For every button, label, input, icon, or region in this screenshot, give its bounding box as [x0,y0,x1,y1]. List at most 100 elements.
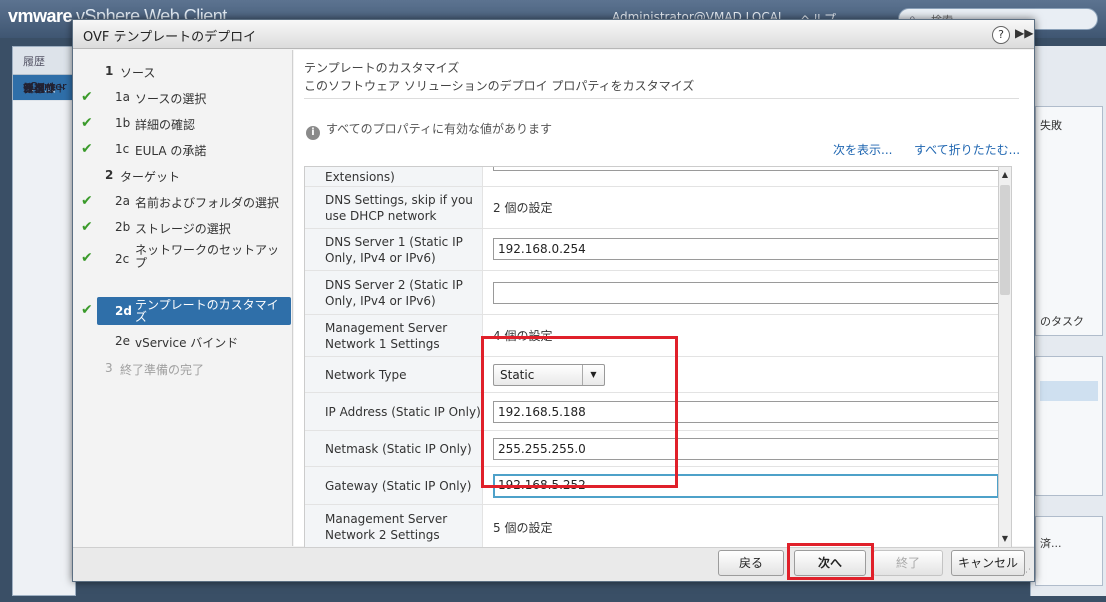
network-type-select[interactable]: Static ▼ [493,364,605,386]
step-1b[interactable]: ✔ 1b 詳細の確認 [73,112,293,136]
group-count: 5 個の設定 [493,520,553,535]
step-label: ネットワークのセットアップ [135,243,280,270]
divider [304,98,1019,99]
management-network-2-group[interactable]: ▶ Management Server Network 2 Settings 5… [305,505,1008,547]
expand-icon[interactable]: ▶▶ [1015,26,1033,40]
step-1a[interactable]: ✔ 1a ソースの選択 [73,86,293,110]
property-row: IP Address (Static IP Only) 192.168.5.18… [305,393,1008,431]
help-icon[interactable]: ? [992,26,1010,44]
validation-message: すべてのプロパティに有効な値があります [326,122,552,136]
check-icon: ✔ [81,115,93,131]
failed-label: 失敗 [1040,119,1062,132]
property-label: DNS Server 1 (Static IP Only, IPv4 or IP… [305,229,483,270]
check-icon: ✔ [81,193,93,209]
group-count: 2 個の設定 [493,201,553,215]
step-label: ストレージの選択 [135,222,231,236]
resize-grip-icon[interactable]: ⋰ [1022,568,1031,578]
step-label: vService バインド [135,336,239,350]
vmware-wordmark: vmware [8,6,73,26]
netmask-input[interactable]: 255.255.255.0 [493,438,999,460]
scroll-down-icon[interactable]: ▼ [999,532,1011,546]
dialog-footer: 戻る 次へ 終了 キャンセル ⋰ [73,547,1034,581]
check-icon: ✔ [81,141,93,157]
property-label: Netmask (Static IP Only) [305,431,483,466]
next-button[interactable]: 次へ [794,550,866,576]
property-label: Network Type [305,357,483,392]
finish-button: 終了 [873,550,943,576]
step-1c[interactable]: ✔ 1c EULA の承諾 [73,138,293,162]
collapse-all-link[interactable]: すべて折りたたむ... [914,141,1020,158]
cancel-button[interactable]: キャンセル [951,550,1025,576]
step-1: 1 ソース [73,60,293,84]
customize-template-pane: テンプレートのカスタマイズ このソフトウェア ソリューションのデプロイ プロパテ… [294,50,1034,548]
info-icon: i [306,126,320,140]
step-label: ソース [120,66,156,80]
validation-info: i すべてのプロパティに有効な値があります [306,120,552,140]
step-number: 2 [105,168,114,182]
page-subtitle: このソフトウェア ソリューションのデプロイ プロパティをカスタマイズ [304,79,695,93]
step-label: ターゲット [120,170,181,184]
step-2c[interactable]: ✔ 2c ネットワークのセットアップ [73,242,293,278]
back-button[interactable]: 戻る [718,550,784,576]
step-label: テンプレートのカスタマイズ [135,298,279,324]
step-number: 2b [115,220,131,234]
step-2e[interactable]: 2e vService バインド [73,330,293,354]
step-2: 2 ターゲット [73,164,293,188]
page-title: テンプレートのカスタマイズ [304,61,460,75]
step-number: 1a [115,90,130,104]
group-label: Management Server Network 1 Settings [305,315,483,356]
group-label: Management Server Network 2 Settings [305,505,483,547]
property-label: Extensions) [305,167,483,186]
group-label: DNS Settings, skip if you use DHCP netwo… [305,187,483,228]
tasks-label: のタスク [1040,315,1084,328]
deploy-ovf-dialog: OVF テンプレートのデプロイ ? ▶▶ 1 ソース ✔ 1a ソースの選択 ✔… [72,19,1035,582]
property-row: DNS Server 1 (Static IP Only, IPv4 or IP… [305,229,1008,271]
navigator-sidebar: 履歴 ホーム vCenter ルール vCenter 管理 タスク イベント ロ… [12,46,716,596]
step-number: 1c [115,142,130,156]
wizard-steps: 1 ソース ✔ 1a ソースの選択 ✔ 1b 詳細の確認 ✔ 1c EULA の… [73,50,293,546]
work-panel: 済... [1035,516,1103,586]
property-label: IP Address (Static IP Only) [305,393,483,430]
recent-tasks-panel: 失敗 のタスク [1035,106,1103,336]
step-label: 詳細の確認 [135,118,196,132]
scroll-up-icon[interactable]: ▲ [999,168,1011,182]
step-label: ソースの選択 [135,92,207,106]
dialog-title-bar: OVF テンプレートのデプロイ ? ▶▶ [73,20,1034,49]
check-icon: ✔ [81,219,93,235]
property-label: Gateway (Static IP Only) [305,467,483,504]
extensions-input[interactable] [493,167,999,171]
dns-server-2-input[interactable] [493,282,999,304]
alarms-selected-row [1040,381,1098,401]
work-label: 済... [1040,537,1062,550]
step-3: 3 終了準備の完了 [73,357,293,381]
step-2d-active[interactable]: 2d テンプレートのカスタマイズ [97,297,291,325]
group-count: 4 個の設定 [493,329,553,343]
property-row: Netmask (Static IP Only) 255.255.255.0 [305,431,1008,467]
scroll-thumb[interactable] [1000,185,1010,295]
navigator-history-button[interactable]: 履歴 [13,47,75,75]
step-2a[interactable]: ✔ 2a 名前およびフォルダの選択 [73,190,293,214]
property-row: Network Type Static ▼ [305,357,1008,393]
property-row: DNS Server 2 (Static IP Only, IPv4 or IP… [305,271,1008,315]
property-label: DNS Server 2 (Static IP Only, IPv4 or IP… [305,271,483,314]
check-icon: ✔ [81,250,93,266]
step-label: 終了準備の完了 [120,363,205,377]
ip-address-input[interactable]: 192.168.5.188 [493,401,999,423]
show-next-link[interactable]: 次を表示... [833,141,892,158]
alarms-panel [1035,356,1103,496]
step-number: 3 [105,361,113,375]
gateway-input[interactable]: 192.168.5.252 [493,474,999,498]
dns-settings-group[interactable]: ▼ DNS Settings, skip if you use DHCP net… [305,187,1008,229]
dns-server-1-input[interactable]: 192.168.0.254 [493,238,999,260]
check-icon: ✔ [81,302,93,318]
management-network-1-group[interactable]: ▼ Management Server Network 1 Settings 4… [305,315,1008,357]
properties-scrollbar[interactable]: ▲ ▼ [998,166,1012,548]
dropdown-arrow-icon: ▼ [582,365,604,385]
step-2b[interactable]: ✔ 2b ストレージの選択 [73,216,293,240]
check-icon: ✔ [81,89,93,105]
step-number: 2d [115,304,132,318]
step-number: 2a [115,194,130,208]
step-label: 名前およびフォルダの選択 [135,196,280,210]
step-number: 2e [115,334,131,348]
step-label: EULA の承諾 [135,144,207,158]
